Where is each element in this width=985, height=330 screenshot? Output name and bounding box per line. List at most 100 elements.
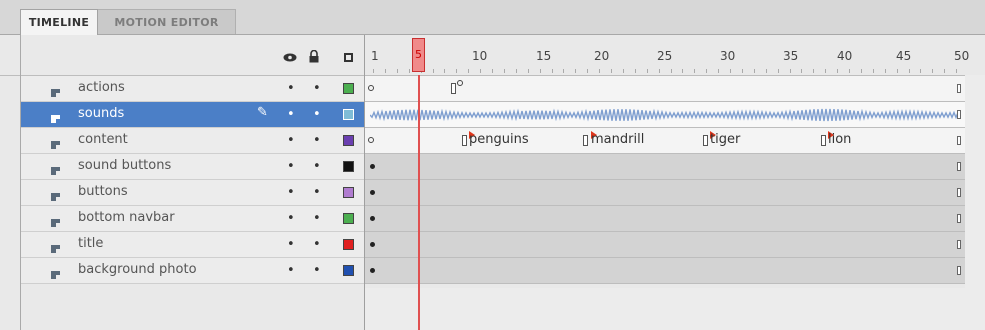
keyframe[interactable]: [370, 164, 375, 169]
ruler-tick: [384, 69, 386, 73]
frame-end: [957, 162, 961, 171]
frame-row-actions[interactable]: [365, 76, 965, 102]
ruler-tick: [718, 69, 720, 73]
frame-label-lion: lion: [828, 132, 852, 147]
layer-row-actions[interactable]: actions • •: [21, 76, 364, 102]
layer-name: background photo: [78, 262, 197, 277]
frame-end: [957, 84, 961, 93]
visibility-dot[interactable]: •: [287, 211, 295, 226]
visibility-dot[interactable]: •: [287, 185, 295, 200]
tab-motion-editor[interactable]: MOTION EDITOR: [98, 9, 236, 34]
playhead-line: [418, 75, 420, 330]
frame-row-content[interactable]: penguins mandrill tiger lion: [365, 128, 965, 154]
ruler-number: 35: [783, 49, 799, 63]
visibility-dot[interactable]: •: [287, 237, 295, 252]
outline-color-swatch[interactable]: [343, 161, 354, 172]
frame-ruler[interactable]: 1 10 15 20 25 30 35 40 45 50: [365, 35, 985, 75]
frame-end: [957, 188, 961, 197]
ruler-tick: [503, 69, 505, 73]
layer-icon: [50, 239, 61, 253]
ruler-number: 45: [896, 49, 912, 63]
lock-dot[interactable]: •: [313, 159, 321, 174]
layer-name: content: [78, 132, 128, 147]
lock-icon[interactable]: [309, 49, 319, 65]
visibility-dot[interactable]: •: [287, 107, 295, 122]
outline-color-swatch[interactable]: [343, 83, 354, 94]
keyframe[interactable]: [370, 242, 375, 247]
layer-row-bottom-navbar[interactable]: bottom navbar • •: [21, 206, 364, 232]
keyframe[interactable]: [462, 135, 467, 146]
frame-row-bottom-navbar[interactable]: [365, 206, 965, 232]
outline-color-swatch[interactable]: [343, 239, 354, 250]
ruler-tick: [373, 69, 374, 73]
ruler-tick: [587, 69, 589, 73]
ruler-tick: [670, 69, 672, 73]
playhead-handle[interactable]: 5: [412, 38, 425, 72]
ruler-tick: [539, 69, 541, 73]
layer-row-sound-buttons[interactable]: sound buttons • •: [21, 154, 364, 180]
keyframe[interactable]: [370, 190, 375, 195]
ruler-tick: [646, 69, 648, 73]
keyframe[interactable]: [370, 216, 375, 221]
frame-row-sounds[interactable]: [365, 102, 965, 128]
keyframe[interactable]: [370, 268, 375, 273]
keyframe[interactable]: [583, 135, 588, 146]
frame-end: [957, 110, 961, 119]
outline-color-swatch[interactable]: [343, 135, 354, 146]
keyframe[interactable]: [703, 135, 708, 146]
tab-bar: TIMELINE MOTION EDITOR: [0, 0, 985, 35]
visibility-dot[interactable]: •: [287, 133, 295, 148]
layer-row-background-photo[interactable]: background photo • •: [21, 258, 364, 284]
lock-dot[interactable]: •: [313, 107, 321, 122]
empty-keyframe[interactable]: [368, 137, 374, 143]
lock-dot[interactable]: •: [313, 81, 321, 96]
layer-row-buttons[interactable]: buttons • •: [21, 180, 364, 206]
layer-row-title[interactable]: title • •: [21, 232, 364, 258]
frame-row-background-photo[interactable]: [365, 258, 965, 284]
ruler-tick: [551, 69, 553, 73]
ruler-tick: [849, 69, 850, 73]
layer-name: sounds: [78, 106, 125, 121]
lock-dot[interactable]: •: [313, 263, 321, 278]
ruler-tick: [408, 69, 410, 73]
ruler-number: 40: [837, 49, 853, 63]
ruler-tick: [908, 69, 910, 73]
outline-color-swatch[interactable]: [343, 213, 354, 224]
visibility-dot[interactable]: •: [287, 263, 295, 278]
empty-frame-area: [365, 288, 985, 330]
frame-label-penguins: penguins: [469, 132, 529, 147]
frame-row-buttons[interactable]: [365, 180, 965, 206]
action-keyframe[interactable]: [457, 80, 463, 86]
keyframe[interactable]: [451, 83, 456, 94]
lock-dot[interactable]: •: [313, 185, 321, 200]
ruler-tick: [396, 69, 398, 73]
ruler-tick: [789, 69, 791, 73]
ruler-number: 20: [594, 49, 610, 63]
tab-timeline[interactable]: TIMELINE: [20, 9, 98, 35]
eye-icon[interactable]: [283, 52, 297, 65]
outline-color-swatch[interactable]: [343, 265, 354, 276]
outline-icon[interactable]: [344, 53, 353, 62]
ruler-tick: [468, 69, 470, 73]
ruler-tick: [444, 69, 446, 73]
layer-row-content[interactable]: content • •: [21, 128, 364, 154]
visibility-dot[interactable]: •: [287, 81, 295, 96]
ruler-tick: [801, 69, 803, 73]
panel-divider[interactable]: [364, 35, 365, 330]
ruler-tick: [432, 69, 434, 73]
outline-color-swatch[interactable]: [343, 109, 354, 120]
empty-keyframe[interactable]: [368, 85, 374, 91]
keyframe[interactable]: [821, 135, 826, 146]
lock-dot[interactable]: •: [313, 133, 321, 148]
layer-row-sounds[interactable]: sounds ✎ • •: [21, 102, 364, 128]
lock-dot[interactable]: •: [313, 237, 321, 252]
visibility-dot[interactable]: •: [287, 159, 295, 174]
ruler-tick: [825, 69, 827, 73]
ruler-tick: [622, 69, 624, 73]
frame-label-tiger: tiger: [710, 132, 741, 147]
outline-color-swatch[interactable]: [343, 187, 354, 198]
lock-dot[interactable]: •: [313, 211, 321, 226]
frame-end: [957, 240, 961, 249]
frame-row-title[interactable]: [365, 232, 965, 258]
frame-row-sound-buttons[interactable]: [365, 154, 965, 180]
